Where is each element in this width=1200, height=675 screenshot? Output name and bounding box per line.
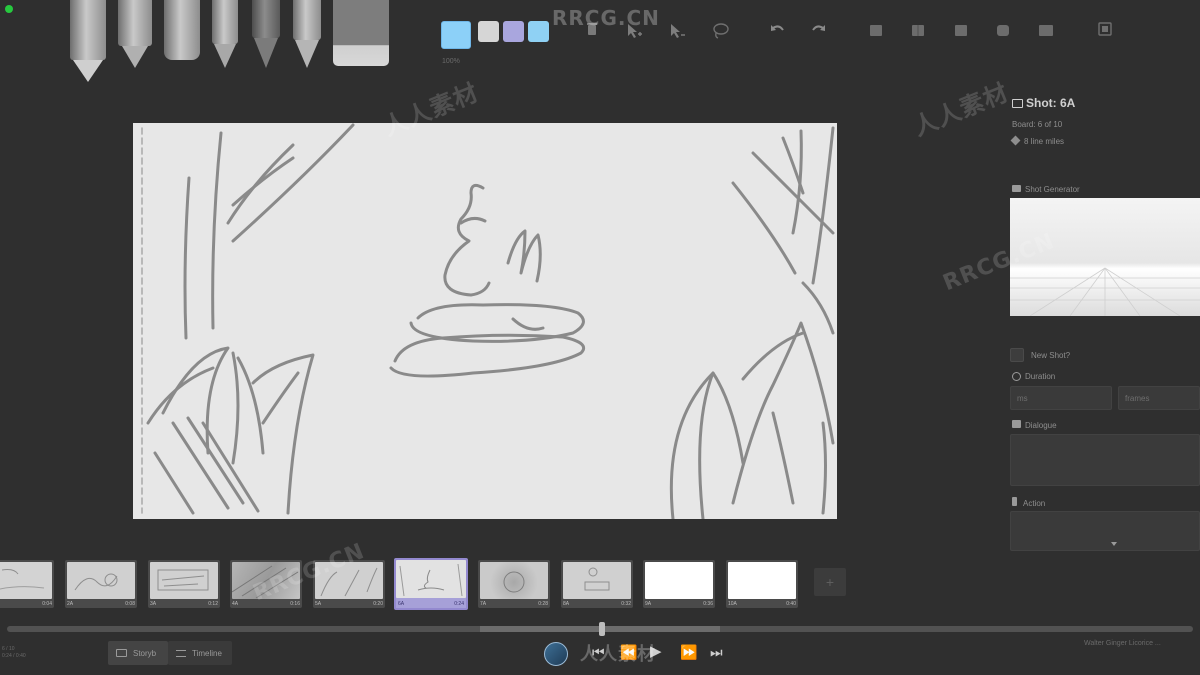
thumbnail-selected[interactable]: 6A 0:24 xyxy=(394,558,468,610)
thumbnail[interactable]: 3A 0:12 xyxy=(148,560,220,608)
grid-icon-5[interactable] xyxy=(1037,22,1055,40)
pencil-tool[interactable] xyxy=(70,0,106,82)
shot-generator-preview[interactable] xyxy=(1010,198,1200,316)
watermark-overlay: 人人素材 xyxy=(909,78,1013,142)
board-info: Board: 6 of 10 xyxy=(1012,120,1063,129)
window-close-dot[interactable] xyxy=(5,5,13,13)
color-swatch-4[interactable] xyxy=(528,21,549,42)
action-icon xyxy=(1012,497,1017,506)
thumbnail[interactable]: 4A 0:16 xyxy=(230,560,302,608)
playhead[interactable] xyxy=(599,622,605,636)
lines-info: 8 line miles xyxy=(1010,135,1064,146)
next-board-icon[interactable]: ⏭ xyxy=(710,641,723,663)
eraser-tool[interactable] xyxy=(333,0,389,66)
storyboard-view-button[interactable]: Storyb xyxy=(108,641,168,665)
thumbnail[interactable]: 9A 0:36 xyxy=(643,560,715,608)
timeline-view-button[interactable]: Timeline xyxy=(168,641,232,665)
speech-icon xyxy=(1012,420,1021,428)
action-label: Action xyxy=(1012,497,1045,508)
add-board-button[interactable]: + xyxy=(814,568,846,596)
duration-frames-field[interactable]: frames xyxy=(1118,386,1200,410)
export-icon[interactable] xyxy=(1096,22,1114,40)
rewind-icon[interactable]: ⏪ xyxy=(620,641,637,663)
action-field[interactable] xyxy=(1010,511,1200,551)
caption-text: Walter Ginger Licorice ... xyxy=(1084,640,1161,647)
light-pencil-tool[interactable] xyxy=(212,0,238,68)
previous-board-icon[interactable]: ⏮ xyxy=(592,641,605,663)
new-shot-label: New Shot? xyxy=(1031,351,1071,360)
sketch-drawing xyxy=(141,123,835,519)
color-swatch-3[interactable] xyxy=(503,21,524,42)
fine-pen-tool[interactable] xyxy=(293,0,321,68)
monitor-icon xyxy=(116,649,127,657)
color-swatch-1[interactable] xyxy=(441,21,471,49)
rrcg-logo-icon xyxy=(544,642,568,666)
bottom-left-info: 6 / 10 0:24 / 0:40 xyxy=(2,646,26,659)
play-button[interactable]: ▶ xyxy=(650,641,662,663)
brush-size-label: 100% xyxy=(442,58,460,65)
shot-icon xyxy=(1012,99,1023,108)
clock-icon xyxy=(1012,372,1021,381)
duration-label: Duration xyxy=(1012,372,1055,381)
dialogue-label: Dialogue xyxy=(1012,420,1057,430)
shot-generator-label: Shot Generator xyxy=(1012,185,1080,194)
note-pen-tool[interactable] xyxy=(252,0,280,68)
grid-icon-3[interactable] xyxy=(952,22,970,40)
chevron-down-icon xyxy=(1111,542,1117,546)
shot-title: Shot: 6A xyxy=(1012,96,1075,110)
duration-ms-field[interactable]: ms xyxy=(1010,386,1112,410)
select-remove-icon[interactable] xyxy=(668,22,686,40)
fast-forward-icon[interactable]: ⏩ xyxy=(680,641,697,663)
redo-icon[interactable] xyxy=(810,22,828,40)
thumbnail[interactable]: 7A 0:28 xyxy=(478,560,550,608)
camera-icon xyxy=(1012,185,1021,192)
select-add-icon[interactable] xyxy=(625,22,643,40)
marker-tool[interactable] xyxy=(164,0,200,60)
drawing-canvas[interactable] xyxy=(133,123,837,519)
trash-icon[interactable] xyxy=(583,22,601,40)
grid-icon-2[interactable] xyxy=(909,22,927,40)
thumbnail[interactable]: 10A 0:40 xyxy=(726,560,798,608)
thumbnail[interactable]: 5A 0:20 xyxy=(313,560,385,608)
color-swatch-2[interactable] xyxy=(478,21,499,42)
dialogue-field[interactable] xyxy=(1010,434,1200,486)
diamond-icon xyxy=(1010,135,1021,146)
undo-icon[interactable] xyxy=(768,22,786,40)
watermark-logo-text: RRCG.CN xyxy=(552,6,660,30)
thumbnail[interactable]: 30:04 xyxy=(0,560,54,608)
grid-icon-4[interactable] xyxy=(994,22,1012,40)
lasso-icon[interactable] xyxy=(711,22,729,40)
new-shot-checkbox[interactable] xyxy=(1010,348,1024,362)
grid-icon-1[interactable] xyxy=(867,22,885,40)
thumbnail[interactable]: 8A 0:32 xyxy=(561,560,633,608)
pen-tool[interactable] xyxy=(118,0,152,68)
list-icon xyxy=(176,649,186,657)
thumbnail[interactable]: 2A 0:08 xyxy=(65,560,137,608)
